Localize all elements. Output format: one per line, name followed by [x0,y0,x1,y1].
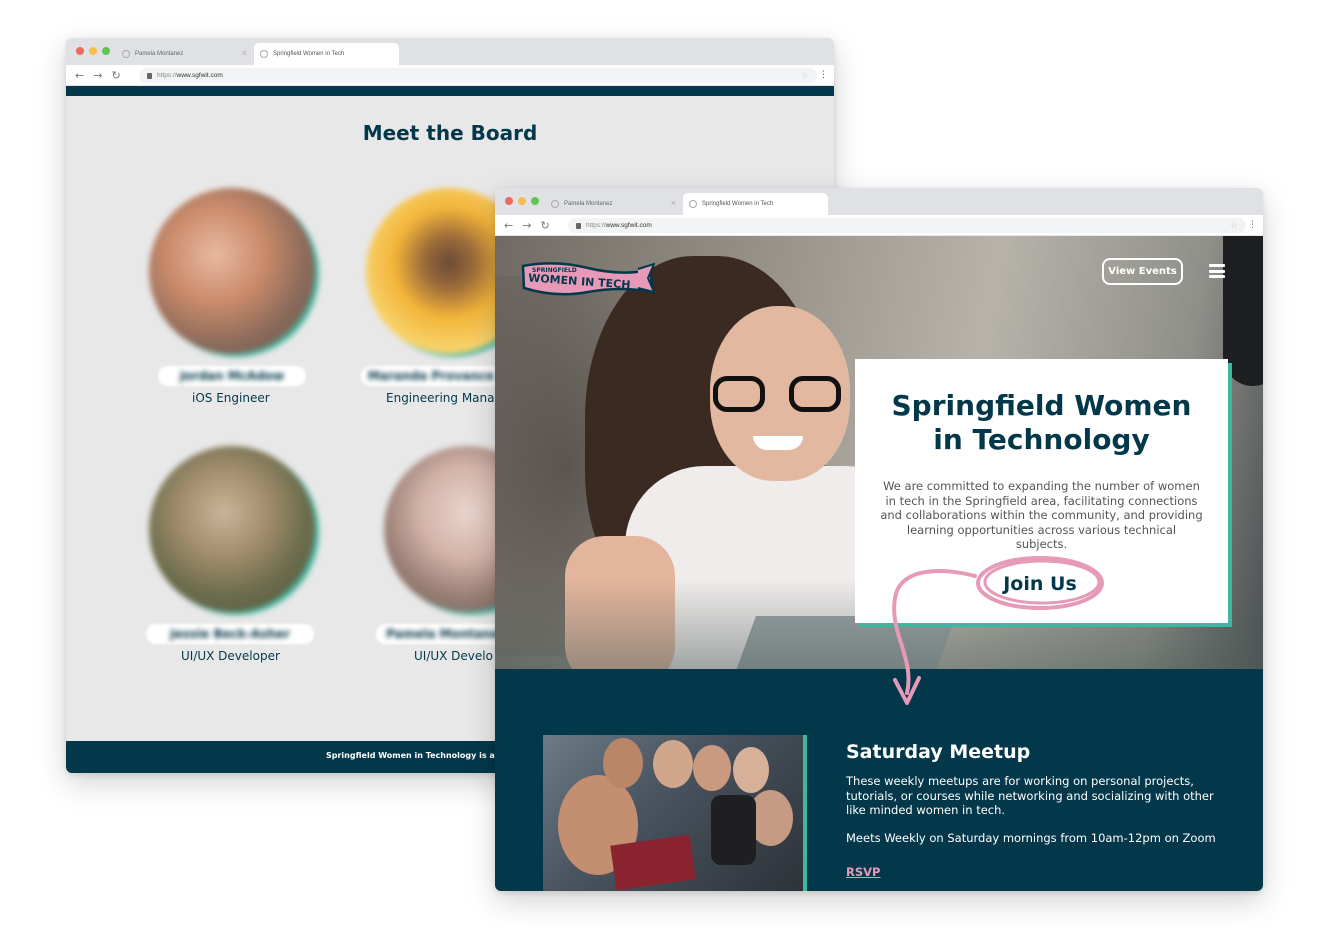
back-arrow-icon[interactable]: ← [504,220,513,231]
event-title: Saturday Meetup [846,741,1031,763]
maximize-window-button[interactable] [102,47,110,55]
close-window-button[interactable] [505,197,513,205]
tab-label: Springfield Women in Tech [273,51,345,57]
meetup-photo-person [653,740,693,788]
minimize-window-button[interactable] [518,197,526,205]
url-host: www.sgfwit.com [176,72,223,79]
hero-photo-lamp [1223,236,1263,386]
hero-description: We are committed to expanding the number… [880,479,1203,551]
footer-text: Springfield Women in Technology is a [326,751,495,760]
join-us-button[interactable]: Join Us [975,559,1105,609]
maximize-window-button[interactable] [531,197,539,205]
reload-icon[interactable]: ↻ [540,220,549,231]
hero-photo-smile [753,436,803,450]
meetup-photo [543,735,803,891]
header-strip [66,86,834,96]
hero-section: SPRINGFIELD WOMEN IN TECH View Events Sp… [495,236,1263,669]
lock-icon [576,222,581,229]
member-name: Jessie Beck-Asher [146,624,314,644]
meetup-photo-laptop [610,834,696,891]
board-title: Meet the Board [362,121,538,145]
member-role: UI/UX Develo [414,649,493,663]
rsvp-link[interactable]: RSVP [846,865,880,879]
tab-strip: Pamela Montanez × Springfield Women in T… [66,38,834,65]
tab-label: Pamela Montanez [564,201,613,207]
more-icon[interactable]: ⋮ [1248,220,1257,231]
event-description: These weekly meetups are for working on … [846,774,1214,817]
minimize-window-button[interactable] [89,47,97,55]
star-icon[interactable]: ☆ [1230,220,1238,231]
close-icon[interactable]: × [671,199,676,208]
hero-title: Springfield Women in Technology [855,389,1228,457]
window-controls [505,197,539,205]
meetup-photo-person [693,745,731,791]
url-protocol: https:// [586,222,606,229]
back-arrow-icon[interactable]: ← [75,70,84,81]
meetup-photo-person [733,747,769,793]
more-icon[interactable]: ⋮ [819,70,828,81]
tab-springfield-women-in-tech[interactable]: Springfield Women in Tech [254,43,399,65]
url-bar[interactable]: https://www.sgfwit.com ☆ [139,68,817,83]
globe-icon [689,200,697,208]
close-window-button[interactable] [76,47,84,55]
forward-arrow-icon[interactable]: → [93,70,102,81]
front-browser-window: Pamela Montanez × Springfield Women in T… [495,188,1263,891]
hero-photo-glasses [789,376,841,412]
address-bar-row: ← → ↻ https://www.sgfwit.com ☆ ⋮ [495,215,1263,236]
meetup-photo-person [603,738,643,788]
tab-pamela-montanez[interactable]: Pamela Montanez × [545,193,680,215]
tab-label: Pamela Montanez [135,51,184,57]
globe-icon [551,200,559,208]
member-role: iOS Engineer [192,391,270,405]
globe-icon [260,50,268,58]
tab-pamela-montanez[interactable]: Pamela Montanez × [116,43,251,65]
url-protocol: https:// [157,72,177,79]
event-schedule: Meets Weekly on Saturday mornings from 1… [846,831,1216,845]
tab-strip: Pamela Montanez × Springfield Women in T… [495,188,1263,215]
lock-icon [147,72,152,79]
member-role: UI/UX Developer [181,649,280,663]
hero-title-line2: in Technology [933,423,1150,456]
star-icon[interactable]: ☆ [801,70,809,81]
member-name: Maranda Provance [361,366,501,386]
tab-label: Springfield Women in Tech [702,201,774,207]
url-bar[interactable]: https://www.sgfwit.com ☆ [568,218,1246,233]
globe-icon [122,50,130,58]
address-bar-row: ← → ↻ https://www.sgfwit.com ☆ ⋮ [66,65,834,86]
menu-icon[interactable] [1209,264,1225,278]
close-icon[interactable]: × [242,49,247,58]
window-controls [76,47,110,55]
avatar [149,446,315,612]
forward-arrow-icon[interactable]: → [522,220,531,231]
events-section: Saturday Meetup These weekly meetups are… [495,669,1263,891]
url-host: www.sgfwit.com [605,222,652,229]
meetup-photo-shirt [711,795,756,865]
view-events-button[interactable]: View Events [1102,258,1183,285]
tab-springfield-women-in-tech[interactable]: Springfield Women in Tech [683,193,828,215]
reload-icon[interactable]: ↻ [111,70,120,81]
hero-title-line1: Springfield Women [891,389,1192,422]
avatar [149,188,315,354]
member-name: Jordan McAdow [158,366,306,386]
hero-photo-glasses [713,376,765,412]
member-role: Engineering Mana [386,391,495,405]
site-logo[interactable]: SPRINGFIELD WOMEN IN TECH [520,258,655,300]
hero-card: Springfield Women in Technology We are c… [855,359,1228,623]
